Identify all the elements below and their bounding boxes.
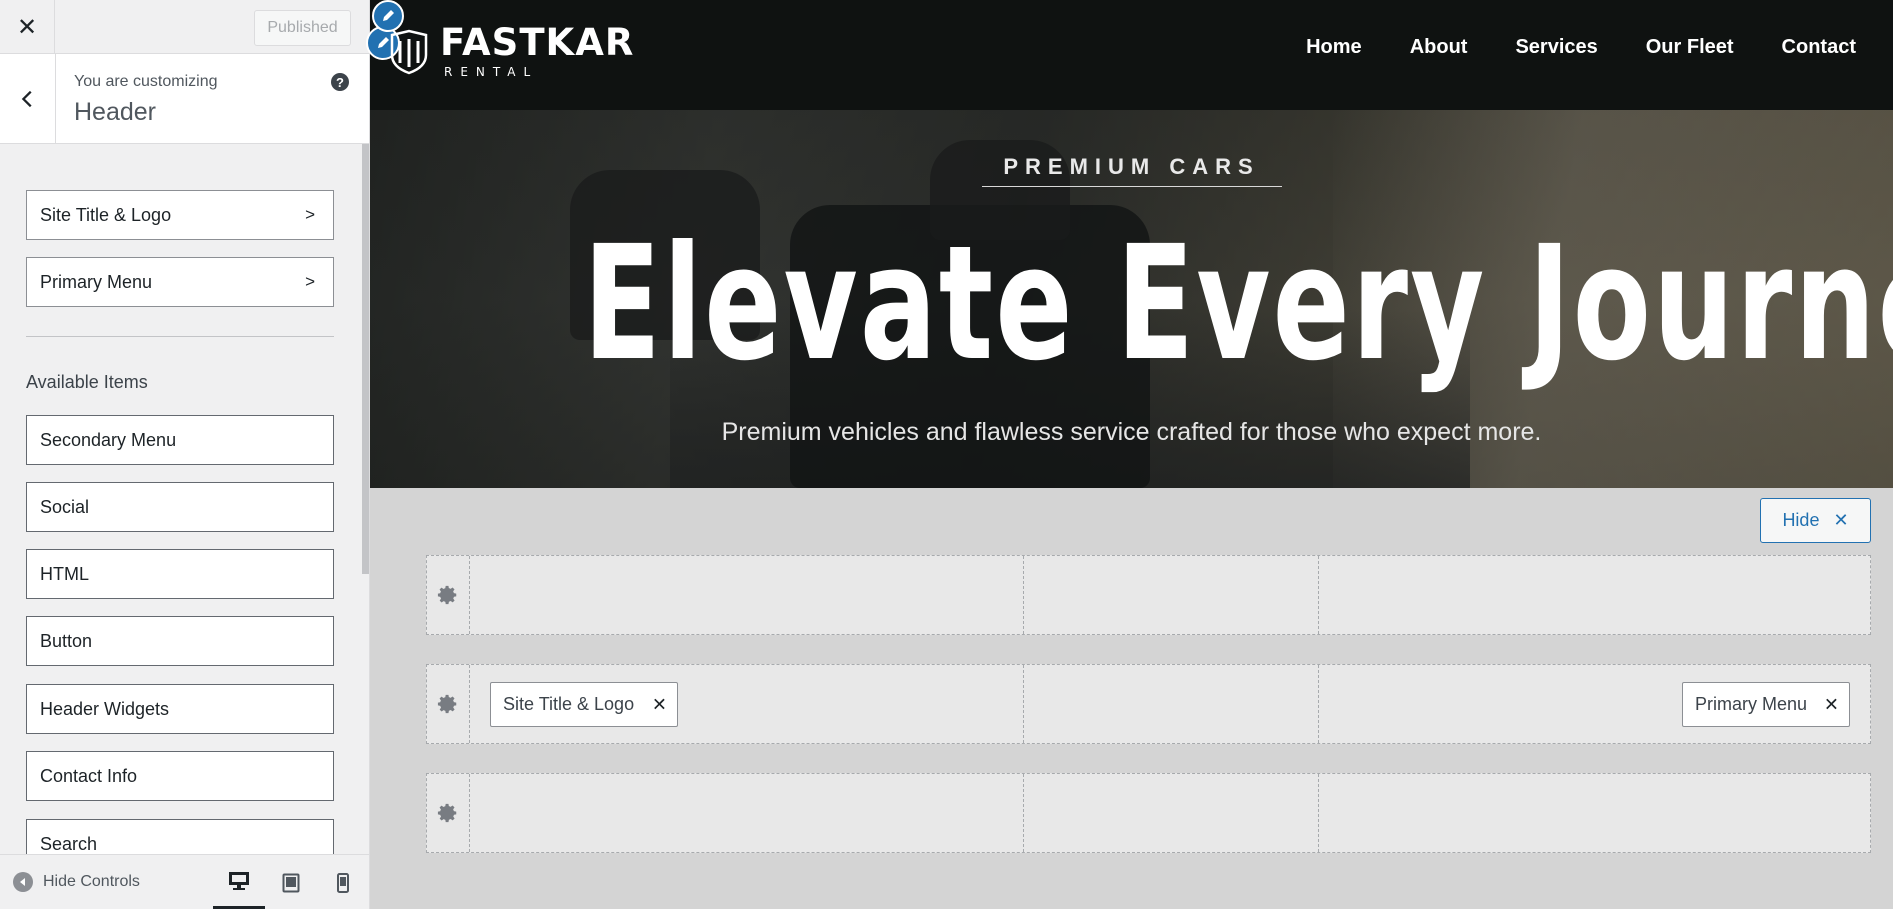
customizer-footer: Hide Controls <box>0 854 369 909</box>
available-item-secondary-menu[interactable]: Secondary Menu <box>26 415 334 465</box>
hero-section: PREMIUM CARS Elevate Every Journey Premi… <box>370 110 1893 488</box>
builder-row-top[interactable] <box>426 555 1871 635</box>
chevron-right-icon: > <box>305 272 315 291</box>
nav-home[interactable]: Home <box>1306 36 1362 59</box>
builder-row-bottom[interactable] <box>426 773 1871 853</box>
row-settings-button[interactable] <box>427 774 470 852</box>
hide-builder-button[interactable]: Hide ✕ <box>1760 498 1871 543</box>
logo-subtext: RENTAL <box>444 65 539 79</box>
primary-navigation: Home About Services Our Fleet Contact <box>1258 36 1856 59</box>
available-item-social[interactable]: Social <box>26 482 334 532</box>
row-settings-button[interactable] <box>427 665 470 743</box>
available-item-contact-info[interactable]: Contact Info <box>26 751 334 801</box>
help-icon[interactable]: ? <box>331 73 349 91</box>
pencil-icon <box>383 10 394 21</box>
customizer-sidebar: ✕ Published You are customizing Header ?… <box>0 0 370 909</box>
row-settings-button[interactable] <box>427 556 470 634</box>
gear-icon <box>437 694 457 714</box>
column-divider <box>1023 556 1024 634</box>
collapse-icon <box>13 872 33 892</box>
available-item-html[interactable]: HTML <box>26 549 334 599</box>
section-title: Header <box>74 98 156 126</box>
gear-icon <box>437 585 457 605</box>
preview-mobile-button[interactable] <box>317 855 369 909</box>
column-divider <box>1318 556 1319 634</box>
section-site-title-logo[interactable]: Site Title & Logo > <box>26 190 334 240</box>
column-divider <box>1023 665 1024 743</box>
published-button[interactable]: Published <box>254 10 351 46</box>
builder-row-main[interactable]: Site Title & Logo ✕ Primary Menu ✕ <box>426 664 1871 744</box>
logo-wordmark: FASTKAR <box>440 21 635 64</box>
builder-chip-site-title-logo[interactable]: Site Title & Logo ✕ <box>490 682 678 727</box>
available-item-header-widgets[interactable]: Header Widgets <box>26 684 334 734</box>
hide-controls-label: Hide Controls <box>43 873 140 890</box>
close-customizer-button[interactable]: ✕ <box>0 0 55 54</box>
builder-chip-primary-menu[interactable]: Primary Menu ✕ <box>1682 682 1850 727</box>
preview-desktop-button[interactable] <box>213 855 265 909</box>
nav-services[interactable]: Services <box>1515 36 1597 59</box>
section-primary-menu[interactable]: Primary Menu > <box>26 257 334 307</box>
hero-subtitle: Premium vehicles and flawless service cr… <box>721 418 1542 446</box>
panel-header: You are customizing Header ? <box>0 54 369 144</box>
mobile-icon <box>337 872 349 893</box>
customizer-topbar: ✕ Published <box>0 0 369 54</box>
scrollbar-thumb[interactable] <box>362 144 369 574</box>
tablet-icon <box>282 873 300 892</box>
site-header: FASTKAR RENTAL Home About Services Our F… <box>366 0 1893 110</box>
gear-icon <box>437 803 457 823</box>
hide-controls-button[interactable]: Hide Controls <box>13 872 140 892</box>
close-icon: ✕ <box>16 13 38 41</box>
column-divider <box>1023 774 1024 852</box>
preview-tablet-button[interactable] <box>265 855 317 909</box>
nav-about[interactable]: About <box>1410 36 1468 59</box>
close-icon: ✕ <box>1833 510 1849 530</box>
close-icon[interactable]: ✕ <box>1824 694 1839 715</box>
nav-our-fleet[interactable]: Our Fleet <box>1646 36 1734 59</box>
customizing-label: You are customizing <box>74 73 218 90</box>
chip-label: Primary Menu <box>1695 694 1808 714</box>
chevron-right-icon: > <box>305 205 315 224</box>
divider <box>26 336 334 337</box>
eyebrow-underline <box>982 186 1282 187</box>
available-item-button[interactable]: Button <box>26 616 334 666</box>
available-items-title: Available Items <box>26 372 148 392</box>
column-divider <box>1318 774 1319 852</box>
column-divider <box>1318 665 1319 743</box>
back-button[interactable] <box>0 54 56 144</box>
chip-label: Site Title & Logo <box>503 694 635 714</box>
nav-contact[interactable]: Contact <box>1782 36 1856 59</box>
hero-title: Elevate Every Journey <box>583 212 1893 396</box>
section-label: Site Title & Logo <box>40 204 172 225</box>
site-logo[interactable]: FASTKAR RENTAL <box>388 24 634 79</box>
chevron-left-icon <box>21 90 32 108</box>
section-label: Primary Menu <box>40 271 153 292</box>
hide-label: Hide <box>1782 510 1820 530</box>
desktop-icon <box>229 871 249 890</box>
hero-eyebrow: PREMIUM CARS <box>1003 154 1260 179</box>
close-icon[interactable]: ✕ <box>652 694 667 715</box>
logo-mark-icon <box>390 29 428 74</box>
